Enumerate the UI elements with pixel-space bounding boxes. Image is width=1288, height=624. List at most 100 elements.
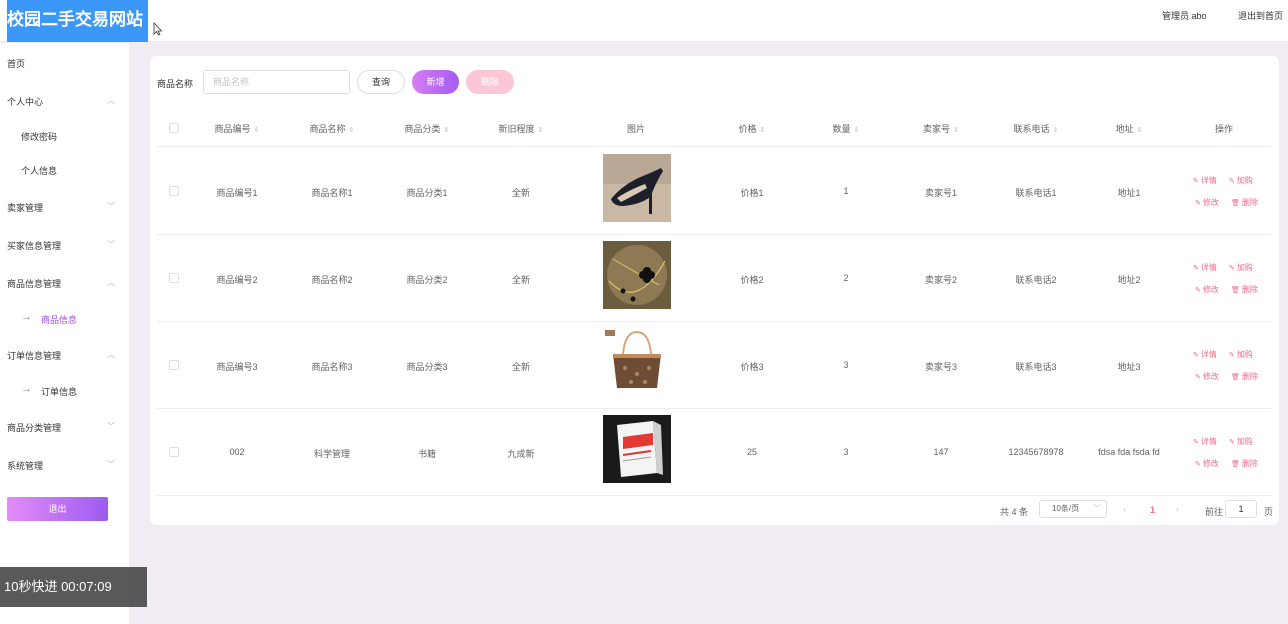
chevron-down-icon: ﹀ bbox=[107, 422, 115, 431]
sidebar-item-change-password[interactable]: 修改密码 bbox=[21, 130, 57, 143]
query-button[interactable]: 查询 bbox=[357, 70, 405, 94]
action-label: 加购 bbox=[1236, 263, 1253, 272]
table-cell-price: 25 bbox=[746, 447, 758, 457]
detail-action-button[interactable]: ✎ 详情 bbox=[1193, 436, 1217, 447]
column-label: 卖家号 bbox=[923, 124, 951, 134]
table-cell-qty: 2 bbox=[843, 273, 849, 283]
sidebar-item-category-mgmt[interactable]: 商品分类管理 ﹀ bbox=[7, 421, 117, 434]
delete-action-button[interactable]: 🗑 删除 bbox=[1231, 371, 1258, 382]
sidebar-item-product-mgmt[interactable]: 商品信息管理 ︿ bbox=[7, 277, 117, 290]
sort-icon: ⇕ bbox=[953, 127, 959, 134]
sidebar-item-buyer-mgmt[interactable]: 买家信息管理 ﹀ bbox=[7, 239, 117, 252]
detail-action-button[interactable]: ✎ 详情 bbox=[1193, 349, 1217, 360]
action-label: 详情 bbox=[1200, 437, 1217, 446]
action-label: 删除 bbox=[1241, 285, 1258, 294]
chevron-up-icon: ︿ bbox=[107, 278, 115, 287]
edit-action-button[interactable]: ✎ 修改 bbox=[1195, 284, 1219, 295]
table-cell-qty: 3 bbox=[843, 360, 849, 370]
sidebar-item-seller-mgmt[interactable]: 卖家管理 ﹀ bbox=[7, 201, 117, 214]
buy-action-button[interactable]: ✎ 加购 bbox=[1229, 436, 1253, 447]
sidebar-item-system-mgmt[interactable]: 系统管理 ﹀ bbox=[7, 459, 117, 472]
table-cell-seller: 卖家号2 bbox=[924, 275, 958, 285]
goto-page-input[interactable]: 1 bbox=[1225, 500, 1257, 518]
buy-action-button[interactable]: ✎ 加购 bbox=[1229, 175, 1253, 186]
column-header[interactable]: 地址 ⇕ bbox=[1116, 122, 1143, 135]
sidebar-item-order-info[interactable]: 订单信息 bbox=[41, 385, 77, 398]
table-cell-condition: 全新 bbox=[511, 275, 531, 285]
action-label: 加购 bbox=[1236, 176, 1253, 185]
top-bar: 校园二手交易网站 管理员 abo 退出到首页 bbox=[0, 0, 1288, 42]
sidebar-item-label: 商品信息管理 bbox=[7, 279, 62, 289]
sidebar-item-label: 系统管理 bbox=[7, 461, 44, 471]
sidebar-item-order-mgmt[interactable]: 订单信息管理 ︿ bbox=[7, 349, 117, 362]
product-image bbox=[603, 154, 671, 222]
logout-button[interactable]: 退出 bbox=[7, 497, 108, 521]
prev-page-icon[interactable]: ‹ bbox=[1123, 504, 1126, 514]
table-cell-name: 科学管理 bbox=[313, 449, 351, 459]
table-header: 商品编号 ⇕ 商品名称 ⇕ 商品分类 ⇕ 新旧程度 ⇕ 图片 价格 ⇕ 数量 ⇕ 卖家号 ⇕ … bbox=[157, 111, 1272, 147]
arrow-right-icon: → bbox=[21, 383, 32, 395]
table-cell-seller: 147 bbox=[933, 447, 949, 457]
column-header[interactable]: 价格 ⇕ bbox=[739, 122, 766, 135]
column-label: 新旧程度 bbox=[498, 124, 535, 134]
edit-action-button[interactable]: ✎ 修改 bbox=[1195, 458, 1219, 469]
sidebar-item-label: 买家信息管理 bbox=[7, 241, 62, 251]
search-input[interactable] bbox=[203, 70, 350, 94]
column-header[interactable]: 商品编号 ⇕ bbox=[215, 122, 260, 135]
sidebar-item-personal-center[interactable]: 个人中心 ︿ bbox=[7, 95, 117, 108]
delete-action-button[interactable]: 🗑 删除 bbox=[1231, 197, 1258, 208]
detail-action-button[interactable]: ✎ 详情 bbox=[1193, 262, 1217, 273]
column-header[interactable]: 数量 ⇕ bbox=[833, 122, 860, 135]
row-checkbox[interactable] bbox=[169, 273, 179, 283]
next-page-icon[interactable]: › bbox=[1176, 504, 1179, 514]
page-number-current[interactable]: 1 bbox=[1150, 505, 1155, 515]
delete-button[interactable]: 删除 bbox=[466, 70, 514, 94]
row-checkbox[interactable] bbox=[169, 447, 179, 457]
action-label: 修改 bbox=[1202, 285, 1219, 294]
table-cell-address: fdsa fda fsda fd bbox=[1098, 447, 1160, 457]
edit-action-button[interactable]: ✎ 修改 bbox=[1195, 197, 1219, 208]
delete-action-button[interactable]: 🗑 删除 bbox=[1231, 458, 1258, 469]
detail-action-button[interactable]: ✎ 详情 bbox=[1193, 175, 1217, 186]
pagination-total: 共 4 条 bbox=[1000, 507, 1029, 517]
buy-action-button[interactable]: ✎ 加购 bbox=[1229, 262, 1253, 273]
table-cell-code: 002 bbox=[229, 447, 245, 457]
edit-action-button[interactable]: ✎ 修改 bbox=[1195, 371, 1219, 382]
action-label: 修改 bbox=[1202, 459, 1219, 468]
column-header[interactable]: 新旧程度 ⇕ bbox=[499, 122, 544, 135]
column-label: 商品编号 bbox=[214, 124, 251, 134]
row-checkbox[interactable] bbox=[169, 360, 179, 370]
column-header[interactable]: 商品名称 ⇕ bbox=[310, 122, 355, 135]
action-label: 删除 bbox=[1241, 459, 1258, 468]
edit-icon: ✎ bbox=[1195, 200, 1203, 207]
exit-to-home-link[interactable]: 退出到首页 bbox=[1238, 9, 1283, 22]
buy-action-button[interactable]: ✎ 加购 bbox=[1229, 349, 1253, 360]
sort-icon: ⇕ bbox=[1052, 127, 1059, 134]
add-button[interactable]: 新增 bbox=[412, 70, 459, 94]
column-header[interactable]: 卖家号 ⇕ bbox=[923, 122, 959, 135]
chevron-down-icon: ﹀ bbox=[107, 460, 115, 469]
sidebar-item-home[interactable]: 首页 bbox=[7, 57, 117, 70]
sidebar-item-personal-info[interactable]: 个人信息 bbox=[21, 164, 57, 177]
select-all-checkbox[interactable] bbox=[169, 123, 179, 133]
table-cell-name: 商品名称2 bbox=[311, 275, 353, 285]
admin-user[interactable]: 管理员 abo bbox=[1162, 9, 1207, 22]
table-cell-address: 地址3 bbox=[1117, 362, 1141, 372]
chevron-down-icon: ﹀ bbox=[1093, 504, 1101, 513]
content-card: 商品名称 查询 新增 删除 商品编号⇕ 商品名称⇕ 商品分类⇕ 新旧程度⇕ 图片… bbox=[150, 56, 1279, 525]
column-label: 商品分类 bbox=[404, 124, 441, 134]
action-label: 加购 bbox=[1236, 350, 1253, 359]
page-size-select[interactable]: 10条/页 ﹀ bbox=[1039, 500, 1107, 518]
column-header[interactable]: 商品分类 ⇕ bbox=[405, 122, 450, 135]
table-cell-address: 地址1 bbox=[1117, 188, 1141, 198]
arrow-right-icon: → bbox=[21, 311, 32, 323]
sort-icon: ⇕ bbox=[443, 127, 450, 134]
column-header: 操作 bbox=[1214, 124, 1234, 134]
table-cell-price: 价格2 bbox=[740, 275, 764, 285]
column-header[interactable]: 联系电话 ⇕ bbox=[1014, 122, 1059, 135]
delete-action-button[interactable]: 🗑 删除 bbox=[1231, 284, 1258, 295]
table-cell-price: 价格1 bbox=[740, 188, 764, 198]
sidebar-item-product-info[interactable]: 商品信息 bbox=[41, 313, 77, 326]
row-checkbox[interactable] bbox=[169, 186, 179, 196]
table-row: 商品编号3 商品名称3 商品分类3 全新 价格3 3 卖家号3 联系电话3 地址3 ✎ 详情 ✎ 加… bbox=[157, 322, 1272, 409]
